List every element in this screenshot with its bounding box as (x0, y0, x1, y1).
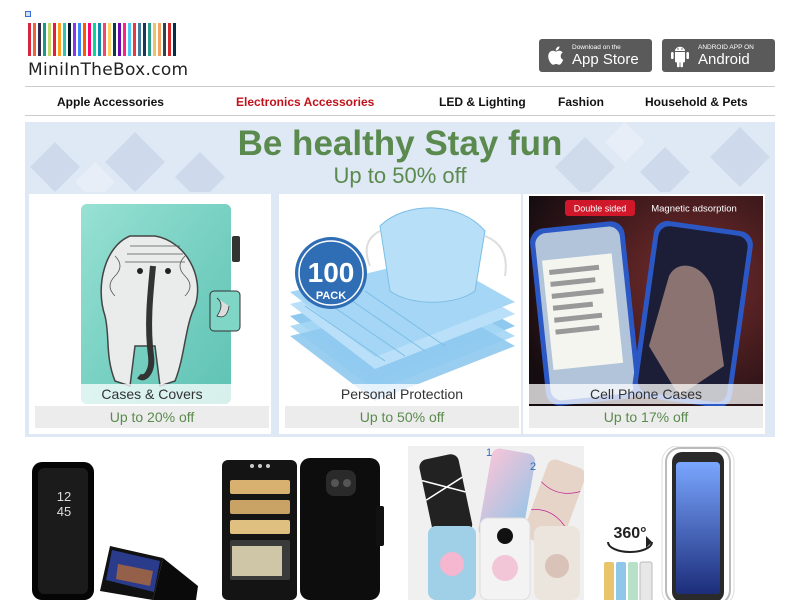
category-card-cell-phone-cases[interactable]: Double sided Magnetic adsorption Cell Ph… (521, 192, 767, 436)
android-icon (671, 46, 689, 67)
banner-header: Be healthy Stay fun Up to 50% off (25, 122, 775, 192)
logo-stripe (103, 23, 106, 56)
nav-apple-accessories[interactable]: Apple Accessories (57, 95, 164, 109)
app-store-badge[interactable]: Download on the App Store (539, 39, 652, 72)
logo-stripe (128, 23, 131, 56)
face-mask-image: 100 PACK (285, 196, 519, 406)
marble-popsocket-cases-icon: 1 2 (408, 446, 584, 600)
logo-stripe (143, 23, 146, 56)
brand-logo[interactable]: MiniInTheBox.com (28, 23, 218, 83)
category-card-personal-protection[interactable]: 100 PACK Personal Protection Up to 50% o… (277, 192, 523, 436)
app-store-big: App Store (572, 50, 639, 68)
logo-stripe (78, 23, 81, 56)
tag-magnetic: Magnetic adsorption (651, 204, 737, 215)
logo-stripe (173, 23, 176, 56)
elephant-case-art (35, 196, 269, 406)
card-discount: Up to 17% off (529, 406, 763, 428)
tablet-case-image (35, 196, 269, 406)
logo-stripe (108, 23, 111, 56)
logo-stripe (153, 23, 156, 56)
nav-led-lighting[interactable]: LED & Lighting (439, 95, 526, 109)
category-card-cases-covers[interactable]: Cases & Covers Up to 20% off (27, 192, 273, 436)
card-discount: Up to 20% off (35, 406, 269, 428)
page: MiniInTheBox.com Download on the App Sto… (0, 0, 800, 600)
logo-stripe (138, 23, 141, 56)
logo-stripe (93, 23, 96, 56)
logo-stripe (83, 23, 86, 56)
tag-double-sided: Double sided (574, 204, 627, 214)
selection-marker (25, 11, 31, 17)
card-caption: Cases & Covers (35, 384, 269, 404)
apple-icon (548, 46, 564, 65)
logo-stripe (68, 23, 71, 56)
card-caption: Personal Protection (285, 384, 519, 404)
mirror-flip-case-icon: 12 45 (32, 462, 198, 600)
mask-stack-art: 100 PACK (290, 207, 515, 401)
magnetic-case-art: Double sided Magnetic adsorption (529, 196, 763, 406)
logo-stripe (38, 23, 41, 56)
logo-stripe (163, 23, 166, 56)
marker-2: 2 (530, 461, 536, 473)
magnetic-case-image: Double sided Magnetic adsorption (529, 196, 763, 406)
logo-stripe (33, 23, 36, 56)
logo-stripe (88, 23, 91, 56)
logo-stripe (118, 23, 121, 56)
product-marble-cases[interactable]: 1 2 (408, 446, 584, 600)
logo-stripe (168, 23, 171, 56)
android-text: ANDROID APP ON Android (698, 44, 754, 68)
logo-text: MiniInTheBox.com (28, 60, 189, 80)
promo-banner[interactable]: Be healthy Stay fun Up to 50% off Cases … (25, 122, 775, 437)
card-caption: Cell Phone Cases (529, 384, 763, 404)
category-nav: Apple Accessories Electronics Accessorie… (25, 86, 775, 116)
app-store-text: Download on the App Store (572, 44, 639, 68)
logo-stripe (123, 23, 126, 56)
logo-stripes (28, 23, 218, 56)
card-discount: Up to 50% off (285, 406, 519, 428)
nav-household-pets[interactable]: Household & Pets (645, 95, 748, 109)
logo-stripe (63, 23, 66, 56)
logo-stripe (113, 23, 116, 56)
wallet-case-icon (222, 458, 384, 600)
nav-fashion[interactable]: Fashion (558, 95, 604, 109)
logo-stripe (133, 23, 136, 56)
banner-subline: Up to 50% off (333, 163, 467, 188)
clear-360-case-icon: 360° (604, 446, 735, 600)
android-badge[interactable]: ANDROID APP ON Android (662, 39, 775, 72)
android-big: Android (698, 50, 750, 68)
logo-stripe (48, 23, 51, 56)
logo-stripe (58, 23, 61, 56)
product-clear-360-case[interactable]: 360° (600, 446, 772, 600)
pack-label: PACK (316, 290, 346, 302)
logo-stripe (43, 23, 46, 56)
logo-stripe (28, 23, 31, 56)
logo-stripe (98, 23, 101, 56)
marker-1: 1 (486, 447, 492, 459)
logo-stripe (53, 23, 56, 56)
logo-stripe (73, 23, 76, 56)
logo-stripe (148, 23, 151, 56)
pack-count: 100 (308, 257, 355, 288)
badge-360: 360° (613, 525, 646, 542)
logo-stripe (158, 23, 161, 56)
clock-minute: 45 (57, 504, 71, 519)
product-wallet-case[interactable] (220, 446, 385, 600)
clock-hour: 12 (57, 489, 71, 504)
product-mirror-flip-case[interactable]: 12 45 (28, 446, 203, 600)
nav-electronics-accessories[interactable]: Electronics Accessories (236, 95, 374, 109)
banner-headline: Be healthy Stay fun (237, 124, 563, 163)
